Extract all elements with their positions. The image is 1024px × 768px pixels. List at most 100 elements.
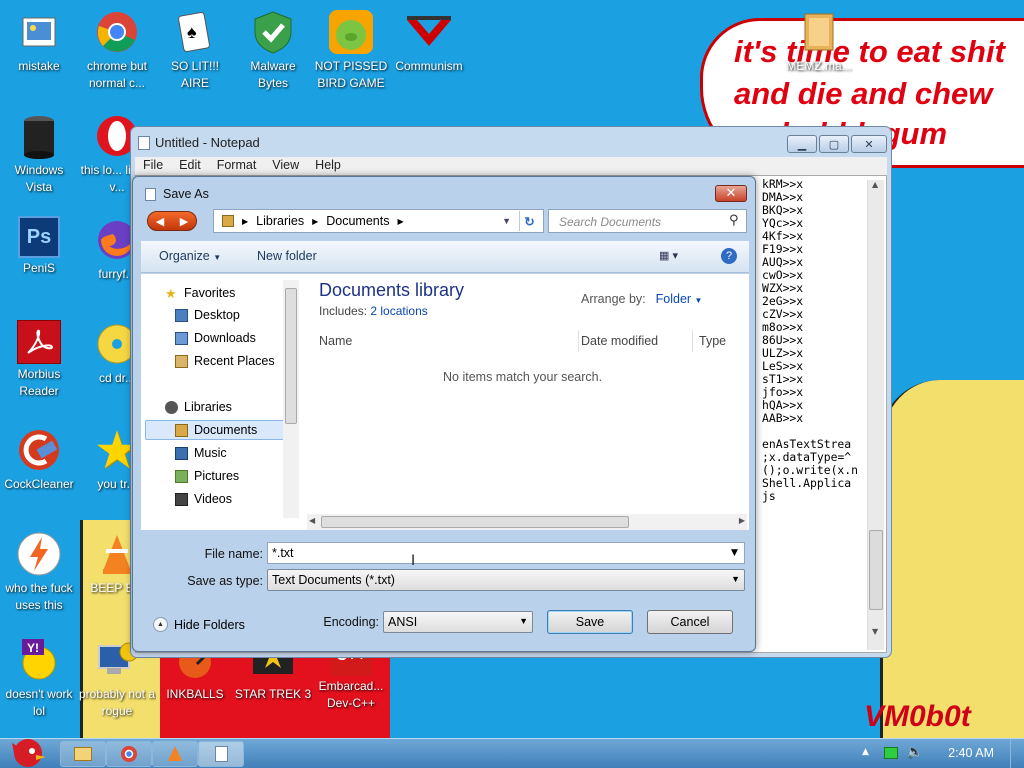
shield-icon: [249, 8, 297, 56]
breadcrumb-libraries[interactable]: Libraries: [256, 214, 304, 228]
scroll-left-arrow-icon[interactable]: ◀: [309, 516, 315, 525]
save-as-type-label: Save as type:: [187, 574, 263, 588]
file-name-input[interactable]: *.txt: [267, 542, 745, 564]
tree-label-desktop: Desktop: [194, 308, 240, 322]
volume-icon[interactable]: 🔈: [906, 744, 923, 760]
hide-folders-button[interactable]: ▲ Hide Folders: [153, 617, 245, 632]
help-icon[interactable]: ?: [721, 248, 737, 264]
desktop-icon-ccleaner[interactable]: CockCleaner: [0, 426, 78, 493]
wallpaper-yellow-shape-right: [880, 380, 1024, 738]
cancel-button[interactable]: Cancel: [647, 610, 733, 634]
tree-item-downloads[interactable]: Downloads: [175, 328, 256, 348]
recent-places-icon: [175, 354, 188, 368]
tree-label-libraries: Libraries: [184, 400, 232, 414]
start-button[interactable]: [4, 733, 48, 768]
notepad-minimize-button[interactable]: ▁: [787, 135, 817, 153]
desktop-icon-malwarebytes[interactable]: Malware Bytes: [234, 8, 312, 92]
notepad-maximize-button[interactable]: ▢: [819, 135, 849, 153]
taskbar-explorer-button[interactable]: [60, 741, 106, 767]
view-options-icon[interactable]: ▦ ▾: [659, 249, 678, 262]
search-input[interactable]: Search Documents: [548, 209, 747, 233]
desktop-icon-photoshop[interactable]: Ps PeniS: [0, 216, 78, 277]
tree-item-libraries[interactable]: Libraries: [165, 397, 232, 417]
new-folder-button[interactable]: New folder: [257, 249, 317, 263]
music-icon: [175, 446, 188, 460]
address-dropdown-icon[interactable]: ▼: [502, 216, 511, 226]
column-date-label: Date modified: [581, 334, 659, 348]
desktop-icon-winamp[interactable]: who the fuck uses this: [0, 530, 78, 614]
star-icon: ★: [165, 285, 177, 301]
close-icon: ✕: [864, 137, 874, 151]
chevron-down-icon: ▼: [519, 616, 528, 626]
scroll-right-arrow-icon[interactable]: ▶: [739, 516, 745, 525]
menu-format[interactable]: Format: [209, 157, 265, 175]
taskbar-notepad-button[interactable]: [198, 741, 244, 767]
network-icon[interactable]: [884, 747, 898, 759]
includes-locations-link[interactable]: 2 locations: [370, 304, 427, 318]
organize-button[interactable]: Organize ▼: [159, 249, 221, 263]
tree-item-pictures[interactable]: Pictures: [175, 466, 239, 486]
taskbar-chrome-button[interactable]: [106, 741, 152, 767]
column-type-label: Type: [699, 334, 727, 348]
column-header-name[interactable]: Name: [319, 330, 579, 352]
yahoo-icon: Y!: [15, 636, 63, 684]
notepad-close-button[interactable]: ✕: [851, 135, 887, 153]
notepad-vertical-scrollbar[interactable]: ▲ ▼: [867, 180, 884, 650]
tree-item-recent-places[interactable]: Recent Places: [175, 351, 275, 371]
desktop-icon-communism[interactable]: Communism: [390, 8, 468, 75]
maximize-icon: ▢: [828, 137, 840, 151]
desktop-icon-memz[interactable]: MEMZ.ma...: [780, 8, 858, 75]
tree-item-documents[interactable]: Documents: [175, 420, 257, 440]
show-hidden-icons-icon[interactable]: ▲: [862, 747, 869, 757]
desktop-icon-label: STAR TREK 3: [234, 687, 312, 701]
taskbar-clock[interactable]: 2:40 AM: [948, 746, 994, 760]
file-list-scroll-thumb[interactable]: [321, 516, 629, 528]
address-bar[interactable]: ▶ Libraries ▶ Documents ▶ ▼ ↻: [213, 209, 544, 233]
desktop-icon-solitaire[interactable]: ♠ SO LIT!!! AIRE: [156, 8, 234, 92]
refresh-icon[interactable]: ↻: [519, 211, 539, 231]
save-button[interactable]: Save: [547, 610, 633, 634]
desktop-icon-morbius-reader[interactable]: Morbius Reader: [0, 320, 78, 400]
desktop-icon-windows-vista[interactable]: Windows Vista: [0, 112, 78, 196]
library-includes: Includes: 2 locations: [319, 304, 428, 318]
videos-icon: [175, 492, 188, 506]
menu-edit[interactable]: Edit: [171, 157, 209, 175]
notepad-title: Untitled - Notepad: [155, 135, 260, 150]
desktop-icon-label: Windows Vista: [14, 163, 64, 194]
menu-help[interactable]: Help: [307, 157, 349, 175]
chrome-icon: [121, 746, 137, 762]
scroll-up-arrow-icon[interactable]: ▲: [872, 180, 878, 189]
breadcrumb-documents[interactable]: Documents: [326, 214, 389, 228]
desktop-icon-chrome[interactable]: chrome but normal c...: [78, 8, 156, 92]
forward-arrow-icon[interactable]: ▶: [180, 215, 188, 228]
scroll-down-arrow-icon[interactable]: ▼: [872, 627, 878, 636]
column-header-date-modified[interactable]: Date modified: [579, 330, 693, 352]
navigation-pane-scrollbar[interactable]: [283, 280, 299, 518]
save-as-type-select[interactable]: Text Documents (*.txt) ▼: [267, 569, 745, 591]
tree-item-desktop[interactable]: Desktop: [175, 305, 240, 325]
file-list-horizontal-scrollbar[interactable]: ◀ ▶: [307, 514, 747, 530]
search-icon[interactable]: ⚲: [729, 213, 739, 228]
desktop-icon-yahoo[interactable]: Y! doesn't work lol: [0, 636, 78, 720]
taskbar-vlc-button[interactable]: [152, 741, 198, 767]
desktop-icon-mistake[interactable]: mistake: [0, 8, 78, 75]
tree-label-favorites: Favorites: [184, 286, 236, 300]
image-file-icon: [15, 8, 63, 56]
back-arrow-icon[interactable]: ◀: [156, 215, 164, 228]
encoding-select[interactable]: ANSI ▼: [383, 611, 533, 633]
tree-label-documents: Documents: [194, 423, 258, 437]
tree-item-music[interactable]: Music: [175, 443, 227, 463]
arrange-by-dropdown[interactable]: Folder ▼: [656, 292, 703, 306]
menu-view[interactable]: View: [264, 157, 307, 175]
tree-item-videos[interactable]: Videos: [175, 489, 232, 509]
save-as-close-button[interactable]: ✕: [715, 185, 747, 202]
desktop-icon-label: who the fuck uses this: [5, 581, 73, 612]
menu-file[interactable]: File: [135, 157, 171, 175]
file-name-dropdown-icon[interactable]: ▼: [731, 548, 738, 558]
tree-item-favorites[interactable]: ★ Favorites: [165, 283, 235, 303]
notepad-scroll-thumb[interactable]: [869, 530, 883, 610]
column-header-type[interactable]: Type: [699, 330, 749, 352]
desktop-icon-not-pissed-bird[interactable]: NOT PISSED BIRD GAME: [312, 8, 390, 92]
show-desktop-button[interactable]: [1010, 739, 1024, 768]
nav-scroll-thumb[interactable]: [285, 288, 297, 424]
